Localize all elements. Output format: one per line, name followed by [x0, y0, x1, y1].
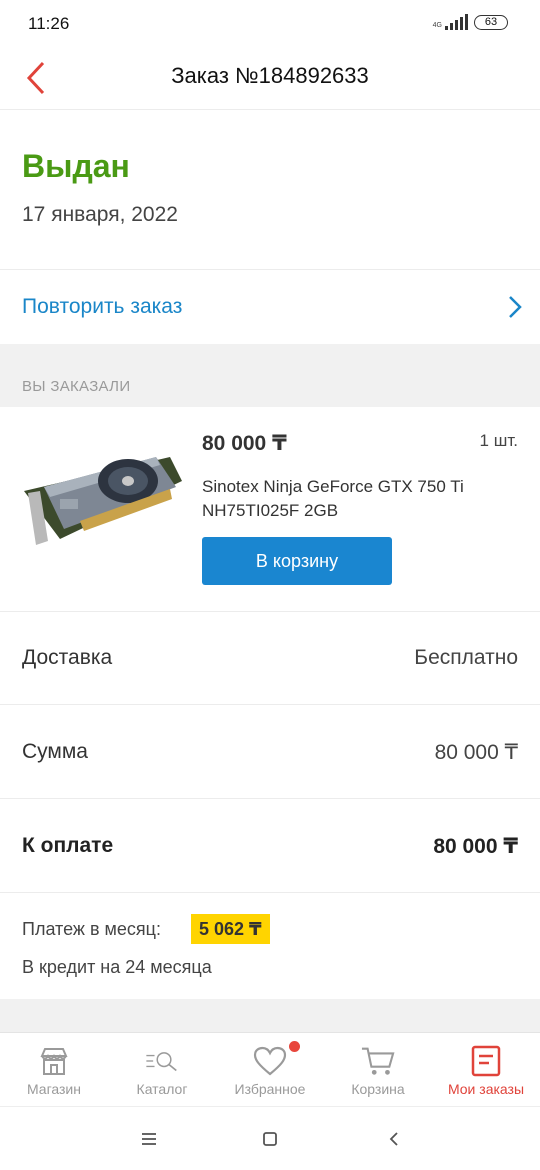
tab-cart-label: Корзина [351, 1081, 405, 1097]
sum-row: Сумма 80 000 ₸ [0, 706, 540, 799]
product-card: 80 000 ₸ 1 шт. Sinotex Ninja GeForce GTX… [0, 407, 540, 612]
section-divider [0, 999, 540, 1032]
items-section-title: ВЫ ЗАКАЗАЛИ [22, 378, 131, 395]
tab-catalog[interactable]: Каталог [108, 1033, 216, 1106]
app-header: Заказ №184892633 [0, 46, 540, 110]
catalog-search-icon [145, 1044, 179, 1078]
delivery-value: Бесплатно [414, 646, 518, 669]
back-triangle-icon [389, 1132, 398, 1146]
total-value: 80 000 ₸ [433, 835, 518, 858]
product-price: 80 000 ₸ [202, 432, 287, 455]
home-square-icon [263, 1132, 277, 1146]
tab-my-orders[interactable]: Мои заказы [432, 1033, 540, 1106]
tab-my-orders-label: Мои заказы [447, 1081, 525, 1097]
orders-icon [469, 1044, 503, 1078]
tab-favorites[interactable]: Избранное [216, 1033, 324, 1106]
tab-catalog-label: Каталог [136, 1081, 188, 1097]
monthly-payment-label: Платеж в месяц: [22, 919, 161, 939]
tab-favorites-label: Избранное [234, 1081, 306, 1097]
items-section-header: ВЫ ЗАКАЗАЛИ [0, 344, 540, 407]
tab-store[interactable]: Магазин [0, 1033, 108, 1106]
battery-icon: 63 [474, 15, 508, 30]
notification-dot [289, 1041, 300, 1052]
battery-level: 63 [484, 16, 498, 28]
page-title: Заказ №184892633 [171, 63, 369, 88]
repeat-order-row[interactable]: Повторить заказ [0, 271, 540, 344]
total-label: К оплате [22, 834, 114, 857]
total-row: К оплате 80 000 ₸ [0, 800, 540, 893]
signal-icon [445, 14, 468, 30]
credit-term: В кредит на 24 месяца [22, 957, 212, 977]
repeat-order-label: Повторить заказ [22, 295, 183, 318]
chevron-right-icon [509, 296, 522, 318]
menu-icon [142, 1133, 156, 1145]
order-status: Выдан [22, 148, 130, 184]
system-navigation-bar [0, 1106, 540, 1170]
sum-value: 80 000 ₸ [434, 741, 518, 764]
clock: 11:26 [28, 14, 70, 33]
network-type: 4G [432, 22, 442, 29]
tab-cart[interactable]: Корзина [324, 1033, 432, 1106]
menu-nav-button[interactable] [137, 1127, 161, 1151]
signal-indicator: 4G [433, 14, 468, 30]
add-to-cart-button[interactable]: В корзину [202, 537, 392, 585]
order-status-block: Выдан 17 января, 2022 [0, 110, 540, 270]
product-quantity: 1 шт. [479, 431, 518, 450]
credit-info: Платеж в месяц: 5 062 ₸ В кредит на 24 м… [0, 893, 540, 999]
store-icon [37, 1044, 71, 1078]
monthly-payment-badge: 5 062 ₸ [191, 914, 270, 944]
tab-store-label: Магазин [26, 1081, 81, 1097]
bottom-tab-bar: Магазин Каталог Избранное Корзина Мои за… [0, 1032, 540, 1106]
delivery-label: Доставка [22, 646, 113, 669]
delivery-row: Доставка Бесплатно [0, 612, 540, 705]
order-date: 17 января, 2022 [22, 203, 178, 226]
product-name[interactable]: Sinotex Ninja GeForce GTX 750 Ti NH75TI0… [202, 475, 502, 523]
cart-icon [361, 1044, 395, 1078]
home-nav-button[interactable] [258, 1127, 282, 1151]
status-bar: 11:26 4G 63 [0, 0, 540, 46]
product-image[interactable] [20, 429, 184, 557]
back-nav-button[interactable] [382, 1127, 406, 1151]
heart-icon [253, 1044, 287, 1078]
sum-label: Сумма [22, 740, 88, 763]
